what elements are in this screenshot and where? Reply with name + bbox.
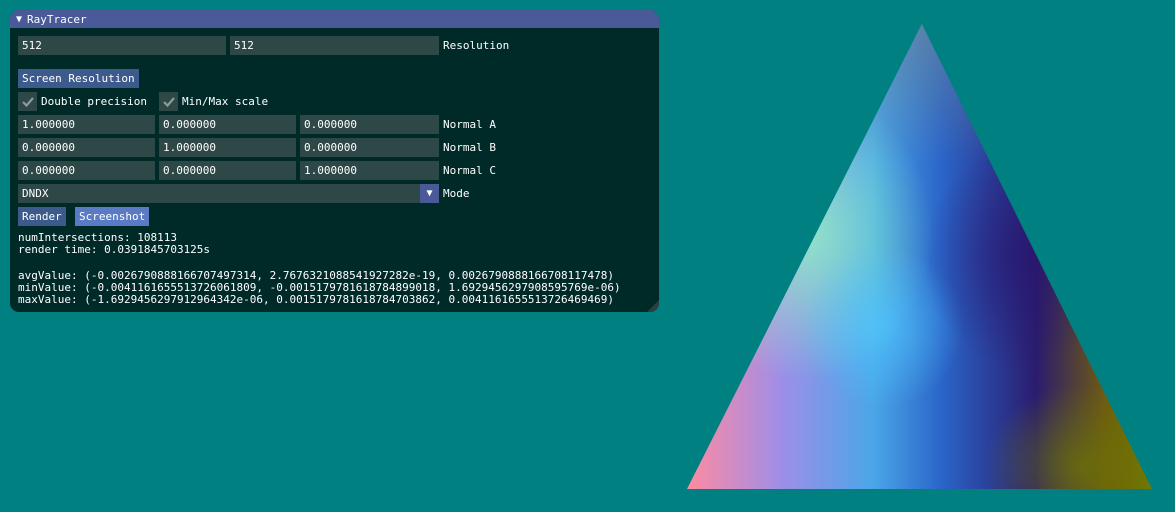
collapse-arrow-icon[interactable]: ▼ — [16, 14, 22, 25]
resolution-height-input[interactable]: 512 — [230, 36, 439, 55]
raytracer-window: ▼ RayTracer 512 512 Resolution Screen Re… — [10, 10, 659, 312]
resolution-width-input[interactable]: 512 — [18, 36, 226, 55]
double-precision-checkbox[interactable] — [18, 92, 37, 111]
resize-grip[interactable] — [647, 300, 659, 312]
normal-c-label: Normal C — [443, 164, 496, 177]
screen-resolution-button[interactable]: Screen Resolution — [18, 69, 139, 88]
double-precision-label: Double precision — [41, 95, 147, 108]
check-icon — [162, 96, 175, 107]
window-titlebar[interactable]: ▼ RayTracer — [10, 10, 659, 28]
normal-b-z-input[interactable]: 0.000000 — [300, 138, 439, 157]
minmax-scale-label: Min/Max scale — [182, 95, 269, 108]
render-time-text: render time: 0.0391845703125s — [18, 243, 211, 256]
avg-value-text: avgValue: (-0.00267908881667074973​14, 2… — [18, 269, 615, 282]
mode-label: Mode — [443, 187, 470, 200]
resolution-label: Resolution — [443, 39, 510, 52]
min-value-text: minValue: (-0.0041161655513726061809, -0… — [18, 281, 621, 294]
normal-a-z-input[interactable]: 0.000000 — [300, 115, 439, 134]
chevron-down-icon[interactable]: ▼ — [420, 184, 439, 203]
normal-a-x-input[interactable]: 1.000000 — [18, 115, 155, 134]
mode-combo[interactable]: DNDX — [18, 184, 420, 203]
num-intersections-text: numIntersections: 108113 — [18, 231, 177, 244]
window-content: 512 512 Resolution Screen Resolution Dou… — [10, 28, 659, 312]
minmax-scale-checkbox[interactable] — [159, 92, 178, 111]
normal-c-x-input[interactable]: 0.000000 — [18, 161, 155, 180]
normal-a-y-input[interactable]: 0.000000 — [159, 115, 296, 134]
screenshot-button[interactable]: Screenshot — [75, 207, 150, 226]
normal-b-x-input[interactable]: 0.000000 — [18, 138, 155, 157]
rendered-triangle — [687, 24, 1152, 489]
normal-a-label: Normal A — [443, 118, 496, 131]
normal-b-y-input[interactable]: 1.000000 — [159, 138, 296, 157]
normal-b-label: Normal B — [443, 141, 496, 154]
render-button[interactable]: Render — [18, 207, 66, 226]
window-title: RayTracer — [27, 12, 87, 26]
normal-c-z-input[interactable]: 1.000000 — [300, 161, 439, 180]
max-value-text: maxValue: (-1.6929456297912964342e-06, 0… — [18, 293, 615, 306]
normal-c-y-input[interactable]: 0.000000 — [159, 161, 296, 180]
check-icon — [21, 96, 34, 107]
